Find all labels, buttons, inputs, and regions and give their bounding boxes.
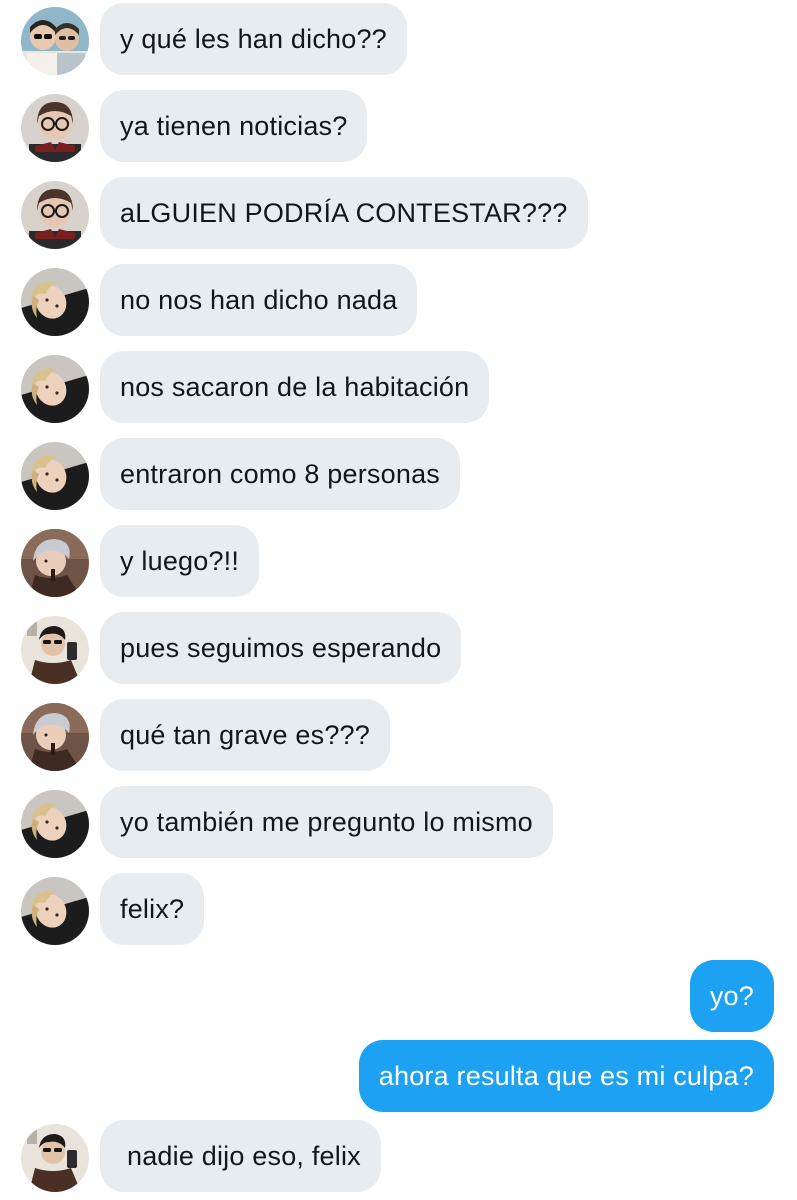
message-row: nadie dijo eso, felix <box>0 1120 797 1192</box>
avatar-duo-glasses-icon[interactable] <box>21 7 89 75</box>
message-row: qué tan grave es??? <box>0 699 797 771</box>
message-row: pues seguimos esperando <box>0 612 797 684</box>
incoming-message-bubble: entraron como 8 personas <box>100 438 460 510</box>
avatar-silver-hair-icon[interactable] <box>21 529 89 597</box>
incoming-message-bubble: no nos han dicho nada <box>100 264 418 336</box>
outgoing-message-bubble: yo? <box>689 960 774 1032</box>
incoming-message-bubble: aLGUIEN PODRÍA CONTESTAR??? <box>100 177 588 249</box>
avatar-blonde-icon[interactable] <box>21 442 89 510</box>
message-row: ahora resulta que es mi culpa? <box>0 1040 797 1112</box>
outgoing-message-bubble: ahora resulta que es mi culpa? <box>358 1040 774 1112</box>
avatar-glasses-icon[interactable] <box>21 94 89 162</box>
message-row: yo también me pregunto lo mismo <box>0 786 797 858</box>
message-row: no nos han dicho nada <box>0 264 797 336</box>
message-row: felix? <box>0 873 797 945</box>
incoming-message-bubble: y qué les han dicho?? <box>100 3 407 75</box>
message-row: entraron como 8 personas <box>0 438 797 510</box>
incoming-message-bubble: qué tan grave es??? <box>100 699 390 771</box>
avatar-blonde-icon[interactable] <box>21 790 89 858</box>
avatar-mirror-selfie-icon[interactable] <box>21 1124 89 1192</box>
message-row: ya tienen noticias? <box>0 90 797 162</box>
incoming-message-bubble: pues seguimos esperando <box>100 612 462 684</box>
avatar-blonde-icon[interactable] <box>21 355 89 423</box>
avatar-glasses-icon[interactable] <box>21 181 89 249</box>
avatar-mirror-selfie-icon[interactable] <box>21 616 89 684</box>
incoming-message-bubble: nos sacaron de la habitación <box>100 351 490 423</box>
message-row: y luego?!! <box>0 525 797 597</box>
avatar-silver-hair-icon[interactable] <box>21 703 89 771</box>
incoming-message-bubble: ya tienen noticias? <box>100 90 368 162</box>
message-row: y qué les han dicho?? <box>0 3 797 75</box>
message-row: aLGUIEN PODRÍA CONTESTAR??? <box>0 177 797 249</box>
incoming-message-bubble: felix? <box>100 873 205 945</box>
message-thread: y qué les han dicho?? ya tienen noticias… <box>0 0 797 1200</box>
incoming-message-bubble: yo también me pregunto lo mismo <box>100 786 553 858</box>
incoming-message-bubble: nadie dijo eso, felix <box>100 1120 381 1192</box>
message-row: nos sacaron de la habitación <box>0 351 797 423</box>
avatar-blonde-icon[interactable] <box>21 268 89 336</box>
incoming-message-bubble: y luego?!! <box>100 525 260 597</box>
message-row: yo? <box>0 960 797 1032</box>
avatar-blonde-icon[interactable] <box>21 877 89 945</box>
